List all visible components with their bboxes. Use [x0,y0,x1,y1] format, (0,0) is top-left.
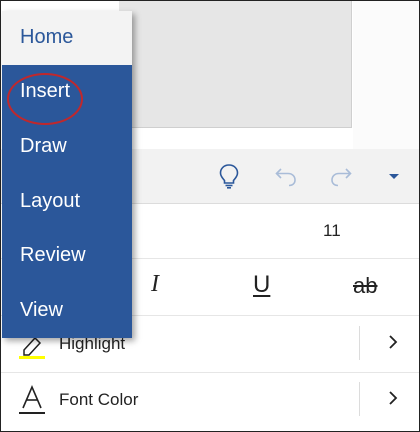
chevron-right-icon[interactable] [383,330,403,354]
italic-button[interactable]: I [151,271,159,298]
document-page[interactable] [119,1,352,128]
annotation-oval [7,73,83,125]
font-size-value[interactable]: 11 [323,221,341,241]
strikethrough-button[interactable]: ab [353,273,377,299]
menu-item-label: Layout [20,190,81,212]
menu-item-label: View [20,299,63,321]
caret-down-icon[interactable] [379,161,409,191]
row-divider [359,382,360,416]
lightbulb-icon[interactable] [214,161,244,191]
row-divider [359,326,360,360]
menu-item-draw[interactable]: Draw [2,120,132,174]
menu-item-label: Home [20,26,74,48]
menu-item-layout[interactable]: Layout [2,175,132,229]
underline-button[interactable]: U [253,271,270,299]
document-margin [353,1,419,149]
menu-item-label: Review [20,244,86,266]
redo-icon[interactable] [326,161,356,191]
menu-item-label: Draw [20,135,67,157]
chevron-right-icon[interactable] [383,386,403,410]
font-color-icon [15,384,49,416]
app-frame: 11 I U ab Highlight Font Color Home Inse… [0,0,420,432]
undo-icon[interactable] [271,161,301,191]
font-color-label: Font Color [59,390,139,409]
menu-item-home[interactable]: Home [2,11,132,65]
ribbon-tab-menu: Home Insert Draw Layout Review View [2,11,132,338]
menu-item-review[interactable]: Review [2,229,132,283]
font-color-row[interactable]: Font Color [1,372,419,428]
menu-item-view[interactable]: View [2,284,132,338]
